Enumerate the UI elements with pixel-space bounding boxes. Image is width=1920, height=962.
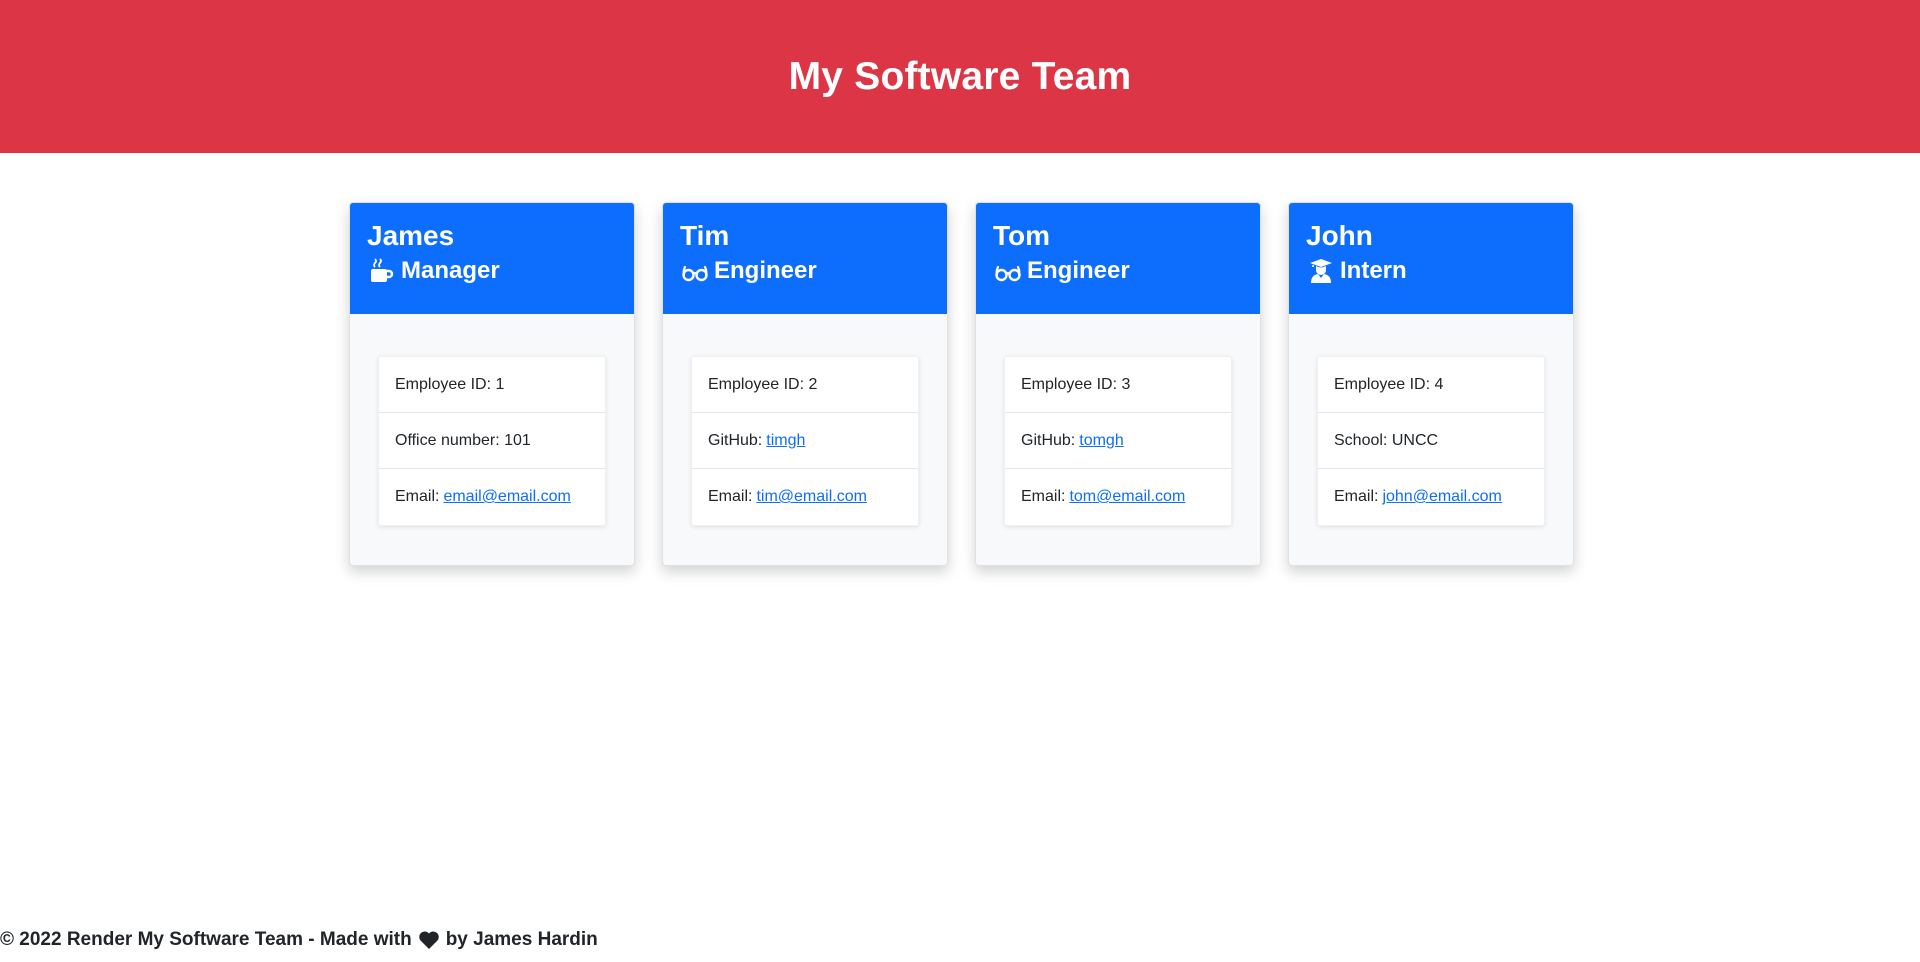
employee-card: James Manager Employee ID: 1 Office numb… — [349, 202, 635, 566]
card-header: James Manager — [350, 203, 634, 314]
detail-label: School: — [1334, 431, 1388, 449]
detail-label: Email: — [1021, 488, 1066, 505]
heart-icon — [418, 930, 440, 950]
employee-role: Engineer — [680, 255, 930, 287]
detail-list: Employee ID: 4 School: UNCC Email: john@… — [1317, 356, 1545, 526]
detail-label: GitHub: — [708, 431, 763, 449]
employee-card: John Intern Employee ID: 4 School: UNCC … — [1288, 202, 1574, 566]
detail-label: Employee ID: — [708, 375, 805, 393]
card-body: Employee ID: 1 Office number: 101 Email:… — [350, 314, 634, 526]
email-link[interactable]: john@email.com — [1382, 488, 1501, 506]
card-body: Employee ID: 4 School: UNCC Email: john@… — [1289, 314, 1573, 526]
detail-value: 1 — [495, 375, 505, 393]
detail-list: Employee ID: 1 Office number: 101 Email:… — [378, 356, 606, 526]
office-number-item: Office number: 101 — [379, 413, 605, 469]
employee-id-item: Employee ID: 4 — [1318, 357, 1544, 413]
employee-name: Tim — [680, 220, 730, 251]
detail-label: Office number: — [395, 431, 500, 449]
page-header: My Software Team — [0, 0, 1920, 153]
footer-text-after: by James Hardin — [445, 929, 598, 950]
employee-id-item: Employee ID: 2 — [692, 357, 918, 413]
detail-list: Employee ID: 2 GitHub: timgh Email: tim@… — [691, 356, 919, 526]
glasses-icon — [680, 257, 710, 285]
detail-label: GitHub: — [1021, 431, 1076, 449]
email-item: Email: email@email.com — [379, 469, 605, 525]
detail-label: Employee ID: — [1021, 375, 1118, 393]
employee-role: Engineer — [993, 255, 1243, 287]
detail-value: 101 — [504, 431, 531, 449]
employee-name: Tom — [993, 220, 1051, 251]
employee-role: Manager — [367, 255, 617, 287]
role-label: Engineer — [714, 257, 817, 284]
card-header: Tom Engineer — [976, 203, 1260, 314]
coffee-mug-icon — [367, 257, 397, 285]
detail-value: 4 — [1434, 375, 1444, 393]
glasses-icon — [993, 257, 1023, 285]
email-item: Email: tim@email.com — [692, 469, 918, 525]
detail-value: UNCC — [1391, 431, 1439, 449]
card-body: Employee ID: 2 GitHub: timgh Email: tim@… — [663, 314, 947, 526]
employee-name: James — [367, 220, 455, 251]
employee-card: Tom Engineer Employee ID: 3 GitHub: tomg… — [975, 202, 1261, 566]
github-link[interactable]: timgh — [766, 432, 805, 450]
team-cards: James Manager Employee ID: 1 Office numb… — [349, 202, 1574, 566]
employee-name: John — [1306, 220, 1373, 251]
page-footer: © 2022 Render My Software Team - Made wi… — [0, 929, 598, 951]
employee-id-item: Employee ID: 1 — [379, 357, 605, 413]
footer-text-before: © 2022 Render My Software Team - Made wi… — [0, 929, 412, 950]
email-item: Email: tom@email.com — [1005, 469, 1231, 525]
graduate-icon — [1306, 257, 1336, 285]
school-item: School: UNCC — [1318, 413, 1544, 469]
employee-id-item: Employee ID: 3 — [1005, 357, 1231, 413]
detail-label: Email: — [708, 488, 753, 505]
email-link[interactable]: tom@email.com — [1069, 488, 1185, 506]
detail-value: 2 — [808, 375, 818, 393]
detail-label: Employee ID: — [395, 375, 492, 393]
github-link[interactable]: tomgh — [1079, 432, 1123, 450]
email-item: Email: john@email.com — [1318, 469, 1544, 525]
card-body: Employee ID: 3 GitHub: tomgh Email: tom@… — [976, 314, 1260, 526]
employee-card: Tim Engineer Employee ID: 2 GitHub: timg… — [662, 202, 948, 566]
detail-list: Employee ID: 3 GitHub: tomgh Email: tom@… — [1004, 356, 1232, 526]
card-header: John Intern — [1289, 203, 1573, 314]
github-item: GitHub: timgh — [692, 413, 918, 469]
page-title: My Software Team — [788, 54, 1132, 98]
detail-value: 3 — [1121, 375, 1131, 393]
email-link[interactable]: email@email.com — [443, 488, 570, 506]
email-link[interactable]: tim@email.com — [756, 488, 866, 506]
employee-role: Intern — [1306, 255, 1556, 287]
card-header: Tim Engineer — [663, 203, 947, 314]
role-label: Engineer — [1027, 257, 1130, 284]
detail-label: Employee ID: — [1334, 375, 1431, 393]
detail-label: Email: — [395, 488, 440, 505]
role-label: Manager — [401, 257, 500, 284]
detail-label: Email: — [1334, 488, 1379, 505]
role-label: Intern — [1340, 257, 1407, 284]
github-item: GitHub: tomgh — [1005, 413, 1231, 469]
